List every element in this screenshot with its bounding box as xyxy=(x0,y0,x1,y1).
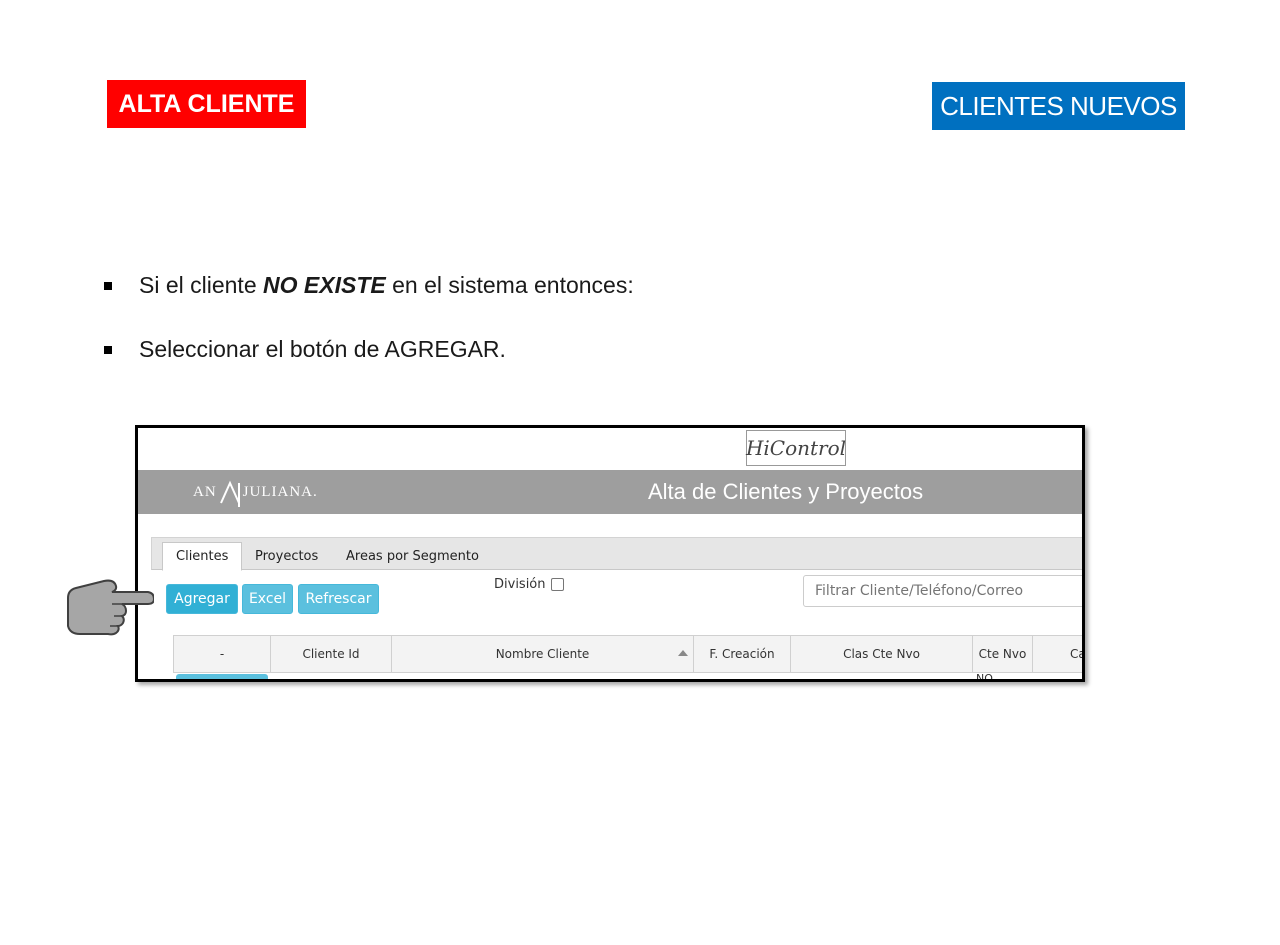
bullet-text: Si el cliente NO EXISTE en el sistema en… xyxy=(139,272,634,298)
bullet-square-icon xyxy=(104,281,112,290)
brand-text-right: JULIANA. xyxy=(242,483,318,500)
column-header-label: Nombre Cliente xyxy=(495,647,590,661)
division-checkbox[interactable] xyxy=(550,578,564,591)
brand-text-left: AN xyxy=(193,483,217,500)
division-filter: División xyxy=(494,577,564,592)
tab-proyectos[interactable]: Proyectos xyxy=(242,542,331,571)
brand-logo: AN JULIANA. xyxy=(193,470,318,514)
column-header[interactable]: F. Creación xyxy=(694,636,791,672)
page-title: Alta de Clientes y Proyectos xyxy=(648,479,924,504)
tab-areas-por-segmento[interactable]: Areas por Segmento xyxy=(333,542,492,571)
row-action-button[interactable] xyxy=(176,674,268,679)
agregar-button[interactable]: Agregar xyxy=(166,584,238,614)
bullet-square-icon xyxy=(104,345,112,354)
refrescar-button[interactable]: Refrescar xyxy=(298,584,379,614)
pointing-hand-icon xyxy=(67,579,154,636)
column-header[interactable]: Clas Cte Nvo xyxy=(791,636,973,672)
excel-button[interactable]: Excel xyxy=(242,584,293,614)
division-label: División xyxy=(494,577,546,592)
bullet-item: Si el cliente NO EXISTE en el sistema en… xyxy=(104,272,634,299)
app-screenshot: HiControl AN JULIANA. Alta de Clientes y… xyxy=(135,425,1085,682)
column-header[interactable]: Cliente Id xyxy=(271,636,392,672)
header-banner: AN JULIANA. Alta de Clientes y Proyectos xyxy=(138,470,1082,514)
column-header[interactable]: - xyxy=(174,636,271,672)
cte-nvo-cell: NO xyxy=(976,672,993,682)
bullet-item: Seleccionar el botón de AGREGAR. xyxy=(104,336,506,363)
alta-cliente-tag: ALTA CLIENTE xyxy=(107,80,306,128)
grid-header: - Cliente Id Nombre Cliente F. Creación … xyxy=(173,635,1082,673)
column-header[interactable]: Cte Nvo xyxy=(973,636,1033,672)
filter-input[interactable] xyxy=(803,575,1082,607)
column-header[interactable]: Ca xyxy=(1033,636,1082,672)
hicontrol-logo: HiControl xyxy=(746,430,846,466)
tab-clientes[interactable]: Clientes xyxy=(162,542,243,571)
bullet-text: Seleccionar el botón de AGREGAR. xyxy=(139,336,506,362)
tab-bar: Clientes Proyectos Areas por Segmento xyxy=(151,537,1082,571)
brand-mark-icon xyxy=(219,480,240,507)
sort-ascending-icon xyxy=(678,650,688,656)
clientes-nuevos-tag: CLIENTES NUEVOS xyxy=(932,82,1185,130)
column-header-sorted[interactable]: Nombre Cliente xyxy=(392,636,694,672)
